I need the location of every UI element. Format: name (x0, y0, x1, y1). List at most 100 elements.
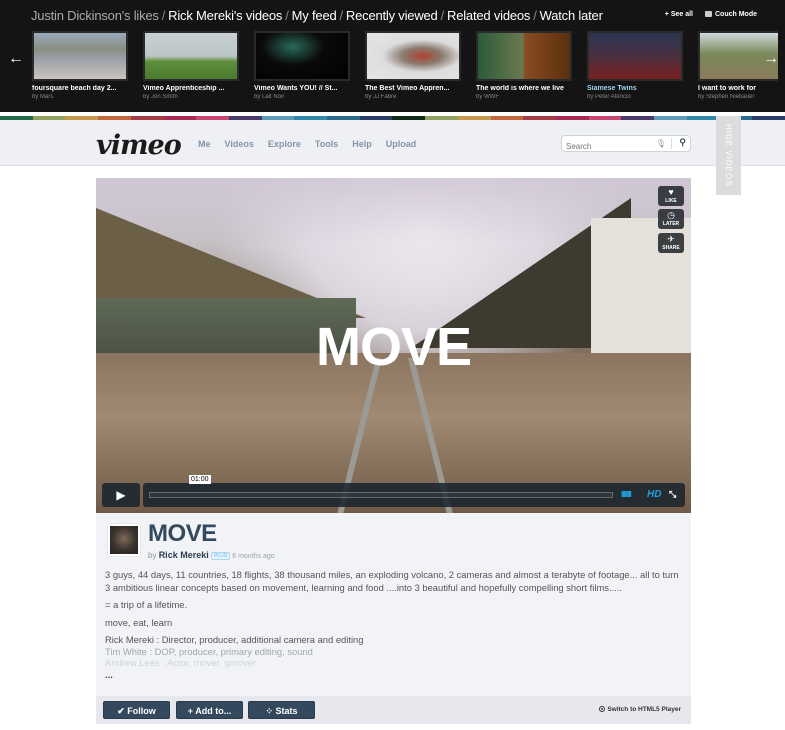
thumbnail-item[interactable]: I want to work for by Stephen Niebauer (698, 31, 778, 111)
show-more-ellipsis[interactable]: ... (105, 669, 685, 682)
share-label: SHARE (662, 245, 680, 251)
main-nav: Me Videos Explore Tools Help Upload (198, 139, 416, 149)
clock-icon: ◷ (667, 210, 675, 220)
thumbnail-title: foursquare beach day 2... (32, 85, 117, 92)
share-button[interactable]: ✈ SHARE (658, 233, 684, 253)
nav-explore[interactable]: Explore (268, 139, 301, 149)
watch-later-button[interactable]: ◷ LATER (658, 209, 684, 229)
thumbnail-image (476, 31, 572, 81)
thumbnail-carousel: foursquare beach day 2... by Mars Vimeo … (32, 31, 778, 111)
player-controls: ▶ 01:00 IIIIIIII HD ⤡ (102, 475, 685, 507)
search-input[interactable] (562, 139, 652, 154)
nav-me[interactable]: Me (198, 139, 211, 149)
author-link[interactable]: Rick Mereki (159, 550, 209, 560)
control-bar: 01:00 IIIIIIII HD ⤡ (143, 475, 685, 507)
feed-tab-likes[interactable]: Justin Dickinson's likes (31, 8, 159, 23)
feed-tab-my-feed[interactable]: My feed (292, 8, 337, 23)
upload-age: 6 months ago (232, 553, 275, 560)
see-all-link[interactable]: + See all (665, 11, 693, 18)
description-paragraph: = a trip of a lifetime. (105, 599, 188, 610)
thumbnail-image (32, 31, 128, 81)
site-header: vimeo Me Videos Explore Tools Help Uploa… (0, 120, 785, 166)
stats-button[interactable]: ⁘ Stats (248, 701, 315, 719)
tv-icon (705, 11, 712, 17)
html5-player-switch[interactable]: Switch to HTML5 Player (599, 706, 681, 713)
nav-tools[interactable]: Tools (315, 139, 338, 149)
thumbnail-image (254, 31, 350, 81)
heart-icon: ♥ (668, 187, 674, 197)
thumbnail-image (365, 31, 461, 81)
video-info-panel: MOVE by Rick Mereki PLUS 6 months ago 3 … (96, 513, 691, 696)
time-tooltip: 01:00 (189, 475, 211, 484)
hide-videos-label: HIDE VIDEOS (724, 124, 733, 187)
like-button[interactable]: ♥ LIKE (658, 186, 684, 206)
video-overlay-title: MOVE (315, 317, 472, 377)
feed-tab-rick-mereki-videos[interactable]: Rick Mereki's videos (168, 8, 282, 23)
thumbnail-title: Siamese Twins (587, 85, 637, 92)
couch-mode-label: Couch Mode (715, 11, 757, 18)
plus-badge: PLUS (210, 552, 231, 560)
video-feed-bar: Justin Dickinson's likes / Rick Mereki's v… (0, 0, 785, 112)
html5-switch-label: Switch to HTML5 Player (607, 706, 681, 713)
nav-help[interactable]: Help (352, 139, 372, 149)
video-byline: by Rick Mereki PLUS 6 months ago (148, 550, 275, 560)
couch-mode-link[interactable]: Couch Mode (705, 11, 757, 18)
credit-line: Tim White : DOP, producer, primary editi… (105, 645, 313, 657)
avatar[interactable] (108, 524, 140, 556)
feed-tab-related-videos[interactable]: Related videos (447, 8, 530, 23)
volume-icon[interactable]: IIIIIIII (621, 490, 632, 499)
search-divider (671, 138, 672, 149)
thumbnail-item[interactable]: foursquare beach day 2... by Mars (32, 31, 128, 111)
thumbnail-author: by Peter Atencio (587, 94, 631, 100)
fullscreen-icon[interactable]: ⤡ (669, 489, 676, 500)
thumbnail-title: The world is where we live (476, 85, 564, 92)
breadcrumb-separator: / (285, 8, 289, 23)
feed-tab-watch-later[interactable]: Watch later (540, 8, 603, 23)
thumbnail-item[interactable]: The world is where we live by WWF (476, 31, 572, 111)
thumbnail-author: by JJ Fabre (365, 94, 397, 100)
thumbnail-title: I want to work for (698, 85, 756, 92)
thumbnail-item[interactable]: Vimeo Apprenticeship ... by Jon Smith (143, 31, 239, 111)
video-description: 3 guys, 44 days, 11 countries, 18 flight… (105, 569, 685, 681)
thumbnail-image (143, 31, 239, 81)
play-icon[interactable]: ▶ (102, 483, 140, 507)
thumbnail-item[interactable]: Vimeo Wants YOU! // St... by Lait Noir (254, 31, 350, 111)
microphone-icon[interactable]: 🎙 (656, 139, 666, 148)
progress-bar[interactable] (149, 492, 613, 498)
thumbnail-title: The Best Vimeo Appren... (365, 85, 450, 92)
video-player[interactable]: MOVE ♥ LIKE ◷ LATER ✈ SHARE ▶ 01:00 IIII… (96, 178, 691, 513)
thumbnail-title: Vimeo Apprenticeship ... (143, 85, 225, 92)
follow-button[interactable]: ✔ Follow (103, 701, 170, 719)
search-icon[interactable]: ⚲ (679, 137, 686, 148)
thumbnail-image (587, 31, 683, 81)
feed-tab-recently-viewed[interactable]: Recently viewed (346, 8, 438, 23)
video-actions-bar: ✔ Follow + Add to... ⁘ Stats Switch to H… (96, 696, 691, 724)
breadcrumb-separator: / (161, 8, 166, 23)
nav-videos[interactable]: Videos (225, 139, 254, 149)
hd-toggle[interactable]: HD (647, 489, 661, 500)
credit-line: Andrew Lees : Actor, mover, groover (105, 657, 257, 668)
vimeo-logo[interactable]: vimeo (96, 130, 182, 161)
nav-upload[interactable]: Upload (386, 139, 417, 149)
by-prefix: by (148, 551, 157, 560)
hide-videos-tab[interactable]: HIDE VIDEOS (716, 116, 741, 195)
arrow-right-icon[interactable]: → (763, 50, 779, 68)
add-to-button[interactable]: + Add to... (176, 701, 243, 719)
thumbnail-author: by Mars (32, 94, 54, 100)
share-icon: ✈ (667, 234, 675, 244)
thumbnail-item[interactable]: The Best Vimeo Appren... by JJ Fabre (365, 31, 461, 111)
feed-bar-actions: + See all Couch Mode (665, 11, 757, 18)
thumbnail-author: by Jon Smith (143, 94, 178, 100)
breadcrumb-separator: / (533, 8, 537, 23)
thumbnail-author: by WWF (476, 94, 499, 100)
arrow-left-icon[interactable]: ← (8, 50, 24, 68)
like-label: LIKE (665, 198, 677, 204)
thumbnail-item[interactable]: Siamese Twins by Peter Atencio (587, 31, 683, 111)
breadcrumb-separator: / (440, 8, 445, 23)
credits-list: Rick Mereki : Director, producer, additi… (105, 634, 685, 669)
description-paragraph: 3 guys, 44 days, 11 countries, 18 flight… (105, 569, 679, 593)
video-title: MOVE (148, 520, 217, 547)
breadcrumb-separator: / (339, 8, 344, 23)
feed-breadcrumbs: Justin Dickinson's likes / Rick Mereki's v… (31, 8, 603, 23)
thumbnail-title: Vimeo Wants YOU! // St... (254, 85, 338, 92)
